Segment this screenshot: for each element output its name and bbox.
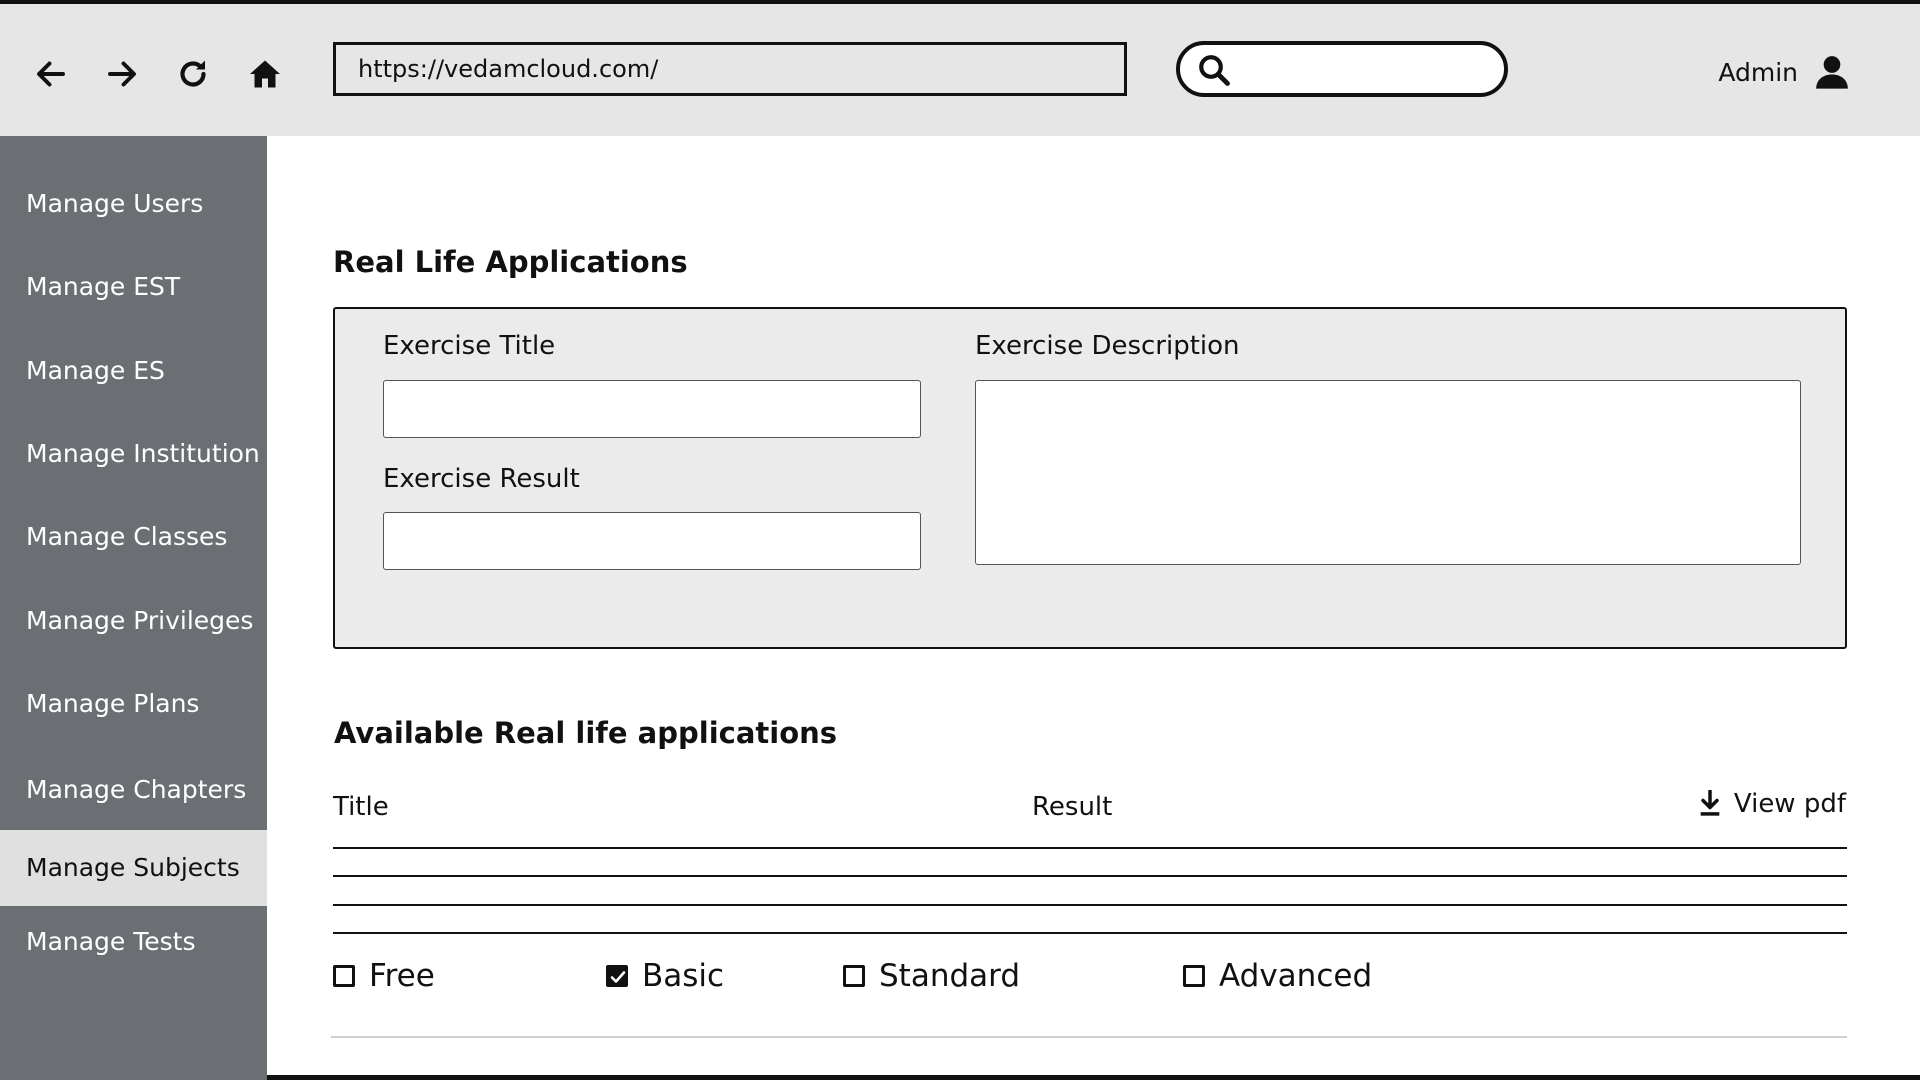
plan-label: Free [369, 958, 435, 994]
user-menu[interactable]: Admin [1718, 52, 1852, 92]
sidebar-item-label: Manage Plans [26, 689, 200, 718]
table-header-divider [333, 847, 1847, 849]
exercise-title-input[interactable] [383, 380, 921, 438]
exercise-result-input[interactable] [383, 512, 921, 570]
column-header-result: Result [1032, 792, 1113, 822]
plan-option-basic[interactable]: Basic [606, 958, 724, 994]
sidebar-item-label: Manage EST [26, 272, 181, 301]
home-button[interactable] [245, 54, 285, 94]
view-pdf-button[interactable]: View pdf [1698, 789, 1846, 819]
sidebar-item-manage-users[interactable]: Manage Users [0, 184, 267, 224]
address-bar[interactable] [333, 42, 1127, 96]
table-row [333, 932, 1847, 934]
sidebar-item-label: Manage Subjects [26, 853, 240, 882]
search-icon [1199, 55, 1230, 86]
sidebar-item-label: Manage Institution [26, 439, 260, 468]
exercise-description-label: Exercise Description [975, 331, 1240, 361]
sidebar-item-manage-est[interactable]: Manage EST [0, 267, 267, 307]
sidebar-item-manage-classes[interactable]: Manage Classes [0, 517, 267, 557]
sidebar: Manage Users Manage EST Manage ES Manage… [0, 136, 267, 1080]
plan-option-standard[interactable]: Standard [843, 958, 1020, 994]
plan-label: Advanced [1219, 958, 1373, 994]
plan-label: Basic [642, 958, 725, 994]
user-icon [1816, 56, 1848, 89]
table-row [333, 875, 1847, 877]
table-row [333, 904, 1847, 906]
reload-icon [180, 60, 206, 87]
forward-button[interactable] [102, 54, 142, 94]
checkbox-standard[interactable] [843, 965, 865, 987]
plan-label: Standard [879, 958, 1021, 994]
checkbox-advanced[interactable] [1183, 965, 1205, 987]
sidebar-item-label: Manage Chapters [26, 775, 247, 804]
plan-option-advanced[interactable]: Advanced [1183, 958, 1372, 994]
exercise-form: Exercise Title Exercise Result Exercise … [333, 307, 1847, 649]
browser-toolbar: Admin [0, 4, 1920, 136]
exercise-title-label: Exercise Title [383, 331, 556, 361]
plan-option-free[interactable]: Free [333, 958, 435, 994]
exercise-description-input[interactable] [975, 380, 1801, 565]
search-box[interactable] [1176, 41, 1508, 97]
home-icon [250, 60, 280, 88]
search-input[interactable] [1242, 51, 1496, 89]
sidebar-item-label: Manage Users [26, 189, 204, 218]
column-header-title: Title [333, 792, 389, 822]
view-pdf-label: View pdf [1733, 789, 1846, 819]
reload-button[interactable] [173, 54, 213, 94]
sidebar-item-label: Manage Privileges [26, 606, 254, 635]
sidebar-item-manage-es[interactable]: Manage ES [0, 351, 267, 391]
sidebar-item-manage-institution[interactable]: Manage Institution [0, 434, 267, 474]
sidebar-item-manage-subjects[interactable]: Manage Subjects [0, 830, 267, 906]
sidebar-item-label: Manage Classes [26, 522, 228, 551]
sidebar-item-label: Manage Tests [26, 927, 196, 956]
section-title: Available Real life applications [334, 716, 838, 750]
sidebar-item-manage-privileges[interactable]: Manage Privileges [0, 601, 267, 641]
page-title: Real Life Applications [333, 245, 688, 279]
divider [331, 1036, 1847, 1038]
back-button[interactable] [31, 54, 71, 94]
user-name: Admin [1718, 57, 1798, 87]
download-icon [1700, 790, 1720, 816]
arrow-right-icon [108, 61, 136, 87]
arrow-left-icon [37, 61, 65, 87]
sidebar-item-manage-tests[interactable]: Manage Tests [0, 922, 267, 962]
sidebar-item-manage-plans[interactable]: Manage Plans [0, 684, 267, 724]
checkmark-icon [610, 971, 626, 983]
checkbox-free[interactable] [333, 965, 355, 987]
sidebar-item-label: Manage ES [26, 356, 165, 385]
exercise-result-label: Exercise Result [383, 464, 580, 494]
checkbox-basic[interactable] [606, 965, 628, 987]
window-bottom-border [267, 1075, 1920, 1080]
sidebar-item-manage-chapters[interactable]: Manage Chapters [0, 770, 267, 810]
